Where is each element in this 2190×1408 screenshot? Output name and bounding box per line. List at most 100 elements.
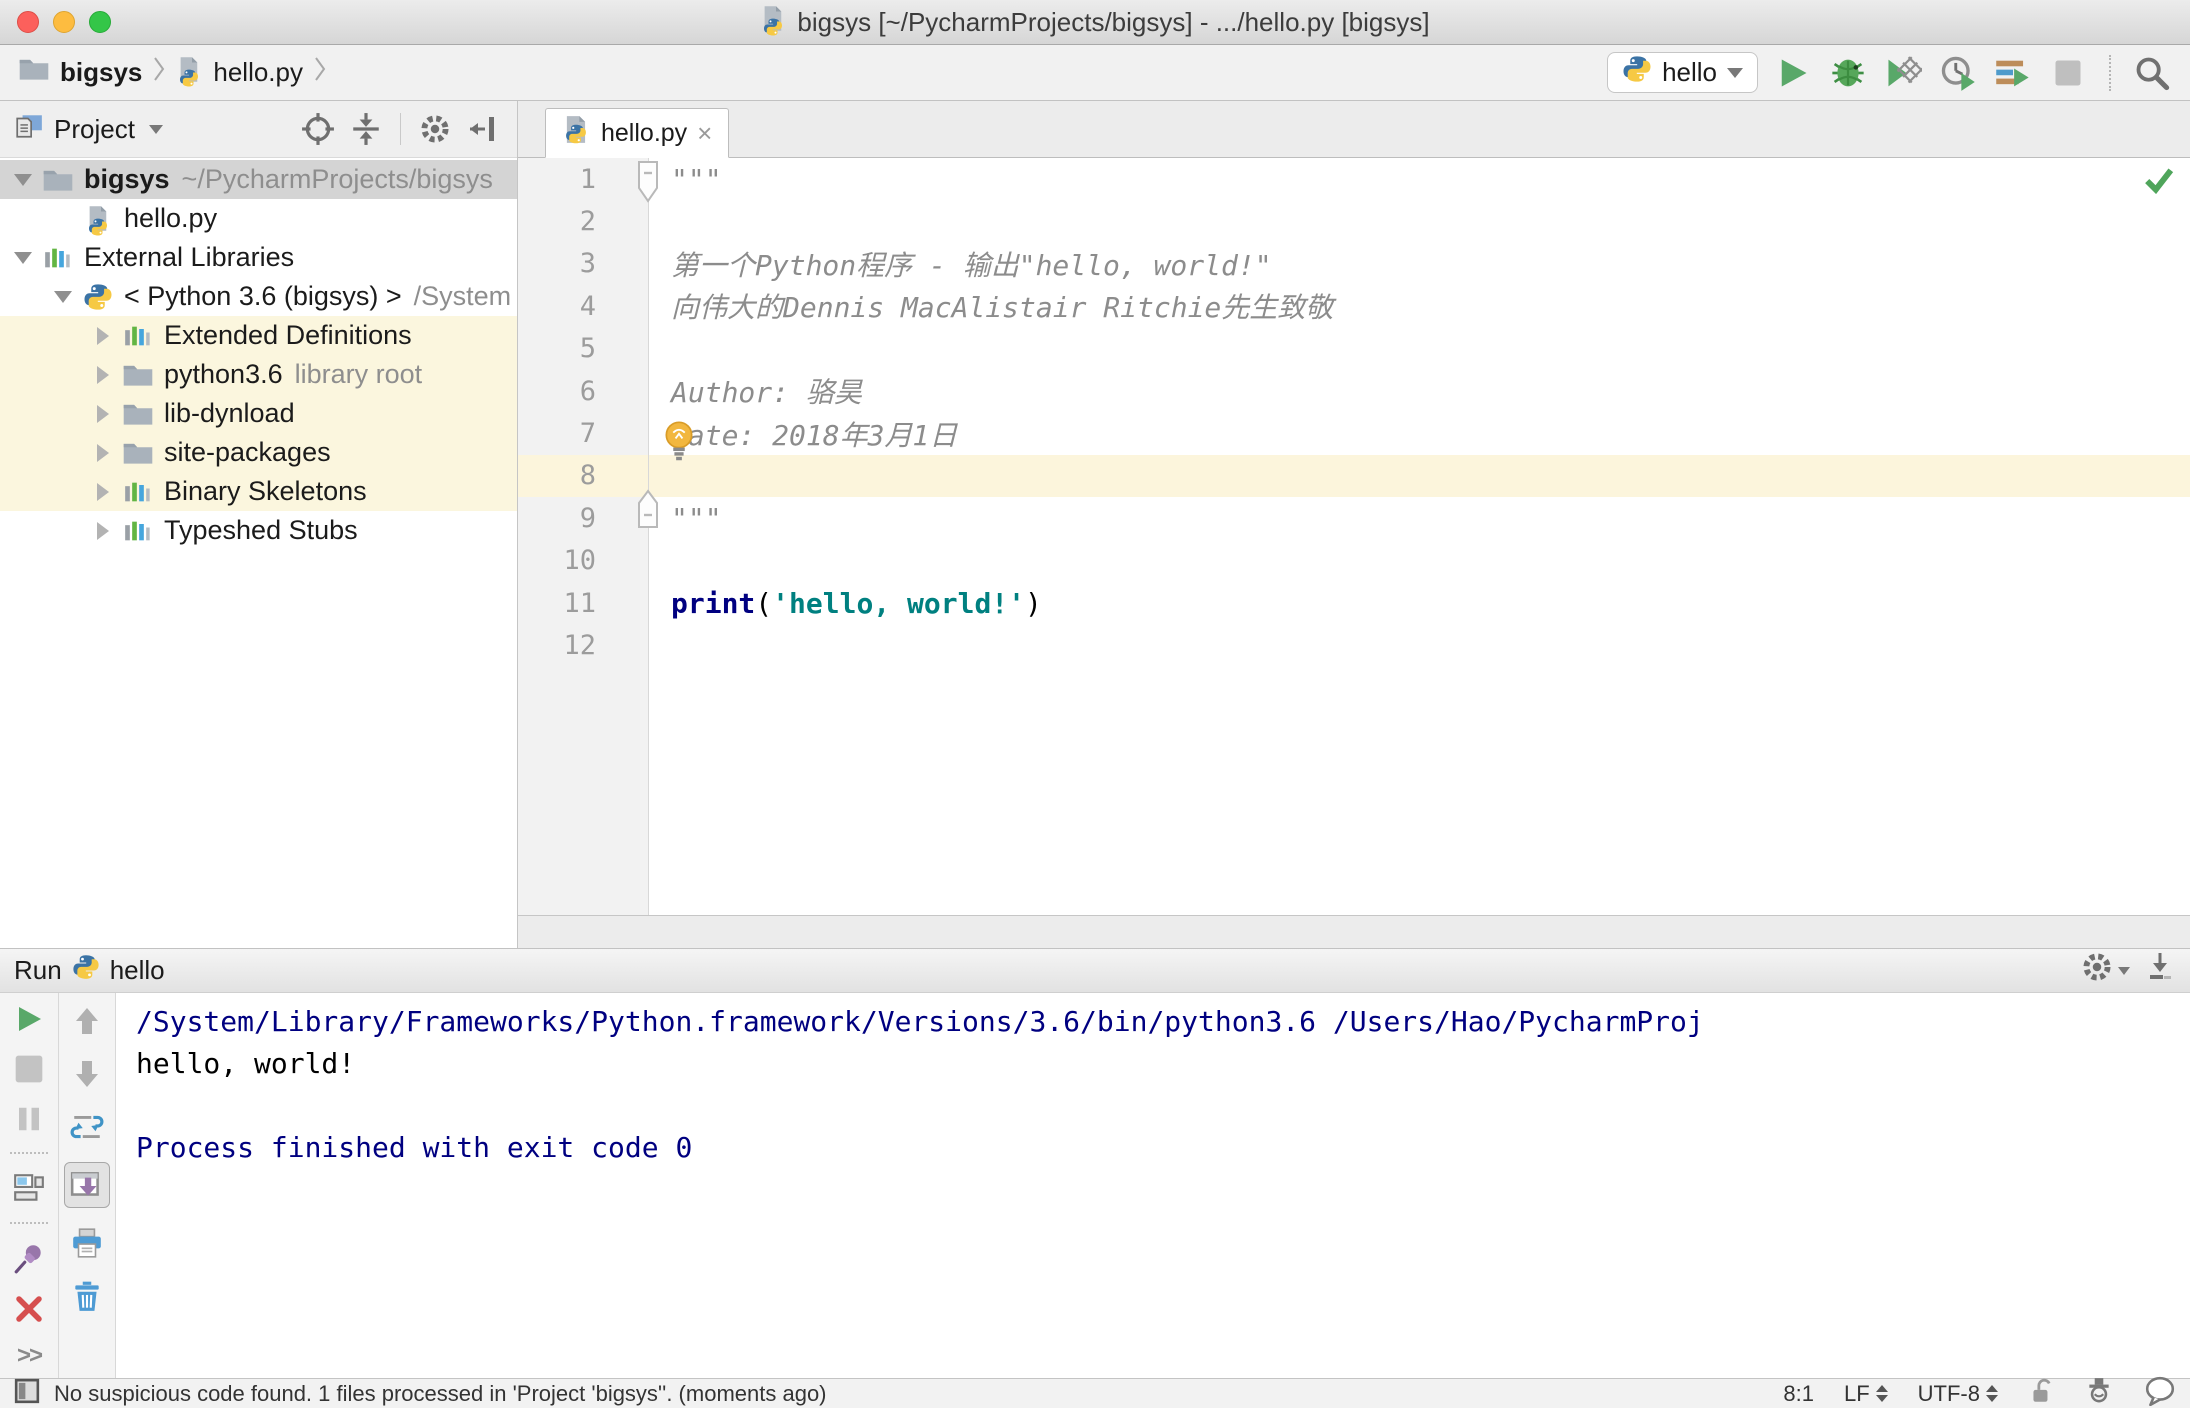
- tree-item-bigsys[interactable]: bigsys ~/PycharmProjects/bigsys: [0, 160, 517, 199]
- code-editor[interactable]: 1 """ 2 3 第一个Python程序 - 输出"hello, world!" 4 向…: [518, 158, 2190, 915]
- scroll-to-end-button[interactable]: [64, 1162, 110, 1208]
- line-number[interactable]: 5: [518, 327, 648, 370]
- run-button[interactable]: [1773, 53, 1813, 93]
- line-number[interactable]: 1: [518, 158, 648, 201]
- chevron-right-icon: [313, 55, 327, 90]
- tree-item-extended-definitions[interactable]: Extended Definitions: [0, 316, 517, 355]
- project-tree[interactable]: bigsys ~/PycharmProjects/bigsys hello.py …: [0, 158, 517, 948]
- code-line[interactable]: [648, 200, 2190, 243]
- lock-icon[interactable]: [2028, 1377, 2054, 1408]
- search-everywhere-icon[interactable]: [2132, 53, 2172, 93]
- run-with-coverage-button[interactable]: [1883, 53, 1923, 93]
- folder-icon: [120, 438, 156, 468]
- run-configuration-selector[interactable]: hello: [1607, 52, 1758, 93]
- line-number[interactable]: 6: [518, 369, 648, 413]
- profiler-button[interactable]: [1938, 53, 1978, 93]
- run-panel-config-name[interactable]: hello: [110, 955, 165, 986]
- panel-settings-button[interactable]: [415, 109, 455, 149]
- encoding-selector[interactable]: UTF-8: [1918, 1381, 1998, 1407]
- collapse-all-button[interactable]: [346, 109, 386, 149]
- close-window-button[interactable]: [17, 11, 39, 33]
- toolwindow-toggle-icon[interactable]: [14, 1378, 40, 1408]
- tree-item-binary-skeletons[interactable]: Binary Skeletons: [0, 472, 517, 511]
- console-output[interactable]: /System/Library/Frameworks/Python.framew…: [116, 993, 2190, 1378]
- chevron-down-icon: [1727, 67, 1743, 78]
- code-line[interactable]: [648, 539, 2190, 582]
- tree-item-hint: ~/PycharmProjects/bigsys: [181, 164, 493, 194]
- rerun-button[interactable]: [11, 1003, 47, 1036]
- zoom-window-button[interactable]: [89, 11, 111, 33]
- code-line[interactable]: 向伟大的Dennis MacAlistair Ritchie先生致敬: [648, 285, 2190, 328]
- close-tab-icon[interactable]: ×: [697, 120, 712, 146]
- code-line[interactable]: print('hello, world!'): [648, 581, 2190, 625]
- line-number[interactable]: 12: [518, 624, 648, 667]
- fold-marker-icon[interactable]: [636, 489, 660, 536]
- code-line[interactable]: Date: 2018年3月1日: [648, 412, 2190, 455]
- expand-arrow-icon[interactable]: [88, 443, 118, 462]
- tree-item-python-3.6-bigsys[interactable]: < Python 3.6 (bigsys) > /System: [0, 277, 517, 316]
- clear-all-button[interactable]: [69, 1278, 105, 1314]
- code-line[interactable]: """: [638, 158, 2190, 203]
- concurrency-diagram-button[interactable]: [1993, 53, 2033, 93]
- project-tool-icon: [14, 112, 44, 147]
- expand-arrow-icon[interactable]: [88, 521, 118, 540]
- print-button[interactable]: [69, 1225, 105, 1261]
- breadcrumb-project[interactable]: bigsys: [60, 57, 142, 88]
- editor-empty-space[interactable]: [518, 666, 2190, 915]
- gutter: [518, 666, 648, 915]
- caret-position[interactable]: 8:1: [1783, 1381, 1814, 1407]
- code-line[interactable]: """: [638, 489, 2190, 540]
- tree-item-python3.6[interactable]: python3.6 library root: [0, 355, 517, 394]
- expand-arrow-icon[interactable]: [88, 326, 118, 345]
- tree-item-external-libraries[interactable]: External Libraries: [0, 238, 517, 277]
- code-line[interactable]: [648, 624, 2190, 667]
- hide-panel-button[interactable]: [463, 109, 503, 149]
- code-line[interactable]: 第一个Python程序 - 输出"hello, world!": [648, 242, 2190, 286]
- run-panel-settings-button[interactable]: [2080, 950, 2130, 991]
- pin-tab-button[interactable]: [11, 1241, 47, 1275]
- collapse-arrow-icon[interactable]: [8, 173, 38, 186]
- debug-button[interactable]: [1828, 53, 1868, 93]
- line-number[interactable]: 9: [518, 497, 648, 540]
- line-number[interactable]: 4: [518, 285, 648, 328]
- editor-blank[interactable]: [648, 666, 2190, 915]
- collapse-arrow-icon[interactable]: [48, 290, 78, 303]
- line-number[interactable]: 2: [518, 200, 648, 243]
- highlighting-level-icon[interactable]: [2084, 1376, 2114, 1408]
- fold-marker-icon[interactable]: [636, 160, 660, 211]
- line-number[interactable]: 8: [518, 454, 648, 498]
- event-log-bubble-icon[interactable]: [2144, 1376, 2176, 1408]
- tree-item-typeshed-stubs[interactable]: Typeshed Stubs: [0, 511, 517, 550]
- tab-hello-py[interactable]: hello.py ×: [545, 108, 730, 158]
- restore-layout-button[interactable]: [11, 1171, 47, 1205]
- status-message[interactable]: No suspicious code found. 1 files proces…: [54, 1381, 827, 1407]
- line-number[interactable]: 11: [518, 581, 648, 625]
- code-line[interactable]: [648, 454, 2190, 498]
- tree-item-lib-dynload[interactable]: lib-dynload: [0, 394, 517, 433]
- intention-bulb-icon[interactable]: [660, 420, 698, 473]
- code-line[interactable]: [648, 327, 2190, 370]
- expand-arrow-icon[interactable]: [88, 365, 118, 384]
- locate-file-button[interactable]: [298, 109, 338, 149]
- close-run-panel-button[interactable]: [11, 1292, 47, 1325]
- run-panel-title[interactable]: Run: [14, 955, 62, 986]
- chevron-down-icon[interactable]: [148, 124, 163, 134]
- expand-arrow-icon[interactable]: [88, 482, 118, 501]
- more-actions-button[interactable]: >>: [17, 1342, 43, 1370]
- code-line[interactable]: Author: 骆昊: [648, 369, 2190, 413]
- minimize-window-button[interactable]: [53, 11, 75, 33]
- line-number[interactable]: 3: [518, 242, 648, 286]
- library-icon: [120, 477, 156, 507]
- breadcrumb-file[interactable]: hello.py: [213, 57, 303, 88]
- expand-arrow-icon[interactable]: [88, 404, 118, 423]
- line-separator-selector[interactable]: LF: [1844, 1381, 1888, 1407]
- line-number[interactable]: 10: [518, 539, 648, 582]
- tree-item-site-packages[interactable]: site-packages: [0, 433, 517, 472]
- hide-run-panel-button[interactable]: [2144, 951, 2176, 990]
- tree-item-hello.py[interactable]: hello.py: [0, 199, 517, 238]
- project-panel-title[interactable]: Project: [54, 114, 135, 145]
- collapse-arrow-icon[interactable]: [8, 251, 38, 264]
- soft-wrap-button[interactable]: [69, 1109, 105, 1145]
- gear-icon: [2080, 950, 2114, 991]
- line-number[interactable]: 7: [518, 412, 648, 455]
